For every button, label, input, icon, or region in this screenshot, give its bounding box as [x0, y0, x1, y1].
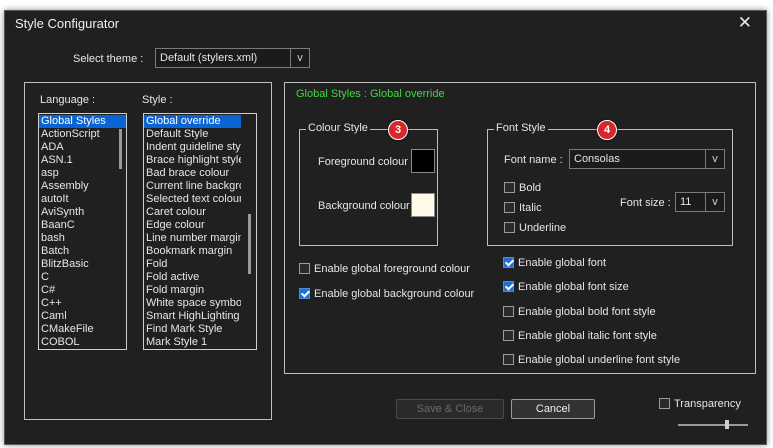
style-list-item[interactable]: Smart HighLighting: [144, 310, 241, 323]
language-list-item[interactable]: Batch: [39, 245, 126, 258]
font-name-label: Font name :: [504, 154, 563, 166]
language-list-item[interactable]: C#: [39, 284, 126, 297]
style-settings-panel: Global Styles : Global override Colour S…: [284, 82, 756, 374]
enable-global-italic-checkbox[interactable]: [503, 330, 514, 341]
underline-label: Underline: [519, 222, 567, 234]
style-list-item[interactable]: Caret colour: [144, 206, 241, 219]
background-colour-swatch[interactable]: [411, 193, 435, 217]
enable-global-bold-checkbox[interactable]: [503, 306, 514, 317]
underline-checkbox[interactable]: [504, 222, 515, 233]
foreground-colour-label: Foreground colour: [318, 156, 408, 168]
language-list-item[interactable]: AviSynth: [39, 206, 126, 219]
font-style-group: Font Style 4 Font name : Consolas v Bold…: [487, 120, 733, 246]
enable-global-bg-colour-checkbox[interactable]: [299, 288, 310, 299]
language-list-item[interactable]: BlitzBasic: [39, 258, 126, 271]
style-heading: Global Styles : Global override: [296, 88, 445, 100]
style-list-item[interactable]: Bad brace colour: [144, 167, 241, 180]
chevron-down-icon[interactable]: v: [705, 193, 724, 211]
language-list-item[interactable]: asp: [39, 167, 126, 180]
enable-global-fg-colour-label: Enable global foreground colour: [314, 263, 470, 275]
style-list-item[interactable]: Current line background colour: [144, 180, 241, 193]
style-list-item[interactable]: Fold: [144, 258, 241, 271]
style-list-item[interactable]: Line number margin: [144, 232, 241, 245]
bold-label: Bold: [519, 182, 542, 194]
annotation-badge-4: 4: [597, 120, 617, 140]
language-list-item[interactable]: Assembly: [39, 180, 126, 193]
style-list-item[interactable]: White space symbol: [144, 297, 241, 310]
language-scrollbar[interactable]: [119, 129, 122, 169]
window-title: Style Configurator: [15, 16, 120, 31]
style-list-item[interactable]: Brace highlight style: [144, 154, 241, 167]
style-list-item[interactable]: Indent guideline style: [144, 141, 241, 154]
style-list-item[interactable]: Fold active: [144, 271, 241, 284]
font-name-select[interactable]: Consolas v: [569, 149, 725, 169]
font-size-value: 11: [680, 196, 692, 208]
style-list-item[interactable]: Selected text colour: [144, 193, 241, 206]
transparency-slider-thumb[interactable]: [725, 420, 729, 429]
style-list-item[interactable]: Find Mark Style: [144, 323, 241, 336]
title-bar: Style Configurator ✕: [5, 11, 766, 37]
foreground-colour-swatch[interactable]: [411, 149, 435, 173]
language-list-item[interactable]: BaanC: [39, 219, 126, 232]
colour-style-group: Colour Style 3 Foreground colour Backgro…: [299, 120, 438, 246]
bold-checkbox[interactable]: [504, 182, 515, 193]
save-close-button[interactable]: Save & Close: [396, 399, 504, 419]
language-style-panel: Language : Style : Global Styles ActionSc…: [24, 82, 272, 420]
enable-global-font-size-label: Enable global font size: [518, 281, 629, 293]
font-style-legend: Font Style: [494, 122, 548, 134]
style-list-item[interactable]: Edge colour: [144, 219, 241, 232]
language-list-item[interactable]: bash: [39, 232, 126, 245]
language-list-item[interactable]: Global Styles: [39, 115, 126, 128]
enable-global-underline-checkbox[interactable]: [503, 354, 514, 365]
font-size-label: Font size :: [620, 197, 671, 209]
language-list-item[interactable]: C++: [39, 297, 126, 310]
language-listbox[interactable]: Global Styles ActionScript ADA ASN.1 asp Asse…: [38, 113, 127, 350]
language-label: Language :: [40, 94, 96, 106]
language-list-item[interactable]: CMakeFile: [39, 323, 126, 336]
background-colour-label: Background colour: [318, 200, 410, 212]
theme-select[interactable]: Default (stylers.xml) v: [155, 48, 310, 68]
style-list-item[interactable]: Global override: [144, 115, 241, 128]
theme-select-value: Default (stylers.xml): [160, 52, 258, 64]
enable-global-italic-label: Enable global italic font style: [518, 330, 657, 342]
style-list-item[interactable]: Default Style: [144, 128, 241, 141]
enable-global-bg-colour-label: Enable global background colour: [314, 288, 475, 300]
transparency-slider-track[interactable]: [678, 424, 748, 426]
italic-label: Italic: [519, 202, 542, 214]
enable-global-font-size-checkbox[interactable]: [503, 281, 514, 292]
chevron-down-icon[interactable]: v: [290, 49, 309, 67]
annotation-badge-3: 3: [388, 120, 408, 140]
enable-global-fg-colour-checkbox[interactable]: [299, 263, 310, 274]
language-list-item[interactable]: COBOL: [39, 336, 126, 349]
style-list-item[interactable]: Fold margin: [144, 284, 241, 297]
style-list-item[interactable]: Mark Style 1: [144, 336, 241, 349]
transparency-label: Transparency: [674, 398, 741, 410]
language-list-item[interactable]: ActionScript: [39, 128, 126, 141]
enable-global-bold-label: Enable global bold font style: [518, 306, 656, 318]
language-list-item[interactable]: autoIt: [39, 193, 126, 206]
language-list-item[interactable]: C: [39, 271, 126, 284]
style-scrollbar[interactable]: [248, 214, 251, 274]
language-list-item[interactable]: Caml: [39, 310, 126, 323]
cancel-button[interactable]: Cancel: [511, 399, 595, 419]
style-list-item[interactable]: Bookmark margin: [144, 245, 241, 258]
font-name-value: Consolas: [574, 153, 620, 165]
close-icon[interactable]: ✕: [738, 13, 752, 33]
transparency-checkbox[interactable]: [659, 398, 670, 409]
colour-style-legend: Colour Style: [306, 122, 370, 134]
language-list-item[interactable]: ASN.1: [39, 154, 126, 167]
style-label: Style :: [142, 94, 173, 106]
style-configurator-dialog: Style Configurator ✕ Select theme : Defa…: [4, 10, 767, 445]
select-theme-label: Select theme :: [73, 53, 144, 65]
style-listbox[interactable]: Global override Default Style Indent guide…: [143, 113, 257, 350]
enable-global-font-label: Enable global font: [518, 257, 607, 269]
enable-global-underline-label: Enable global underline font style: [518, 354, 681, 366]
language-list-item[interactable]: ADA: [39, 141, 126, 154]
enable-global-font-checkbox[interactable]: [503, 257, 514, 268]
italic-checkbox[interactable]: [504, 202, 515, 213]
chevron-down-icon[interactable]: v: [705, 150, 724, 168]
font-size-select[interactable]: 11 v: [675, 192, 725, 212]
